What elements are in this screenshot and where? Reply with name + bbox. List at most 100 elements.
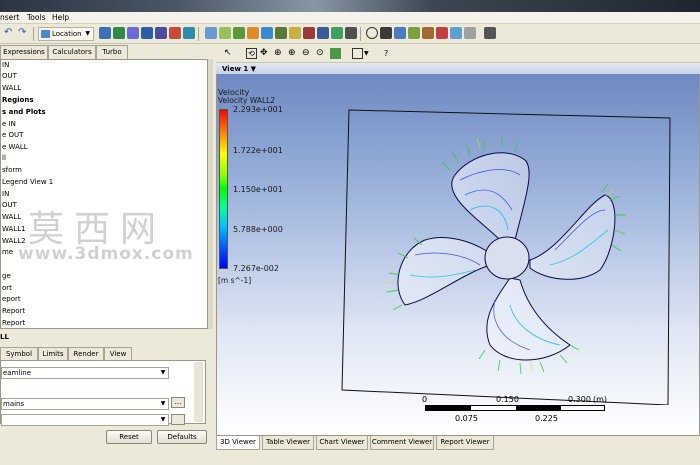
instance-transform-icon[interactable] bbox=[450, 27, 462, 39]
domains-browse-button[interactable]: ... bbox=[171, 397, 185, 408]
tree-item[interactable]: ort bbox=[2, 284, 12, 295]
tree-item[interactable]: ge bbox=[2, 272, 11, 283]
tree-item[interactable]: e OUT bbox=[2, 131, 23, 142]
clock-icon[interactable] bbox=[366, 27, 378, 39]
plane-icon[interactable] bbox=[233, 27, 245, 39]
contour-icon[interactable] bbox=[247, 27, 259, 39]
menu-tools[interactable]: Tools bbox=[27, 13, 45, 22]
tree-folder-plots[interactable]: s and Plots bbox=[2, 108, 46, 119]
streamline-icon[interactable] bbox=[113, 27, 125, 39]
tree-item[interactable]: OUT bbox=[2, 201, 17, 212]
variable-icon[interactable] bbox=[422, 27, 434, 39]
command-editor-icon[interactable] bbox=[484, 27, 496, 39]
tree-item[interactable]: Report bbox=[2, 307, 25, 318]
tab-comment-viewer[interactable]: Comment Viewer bbox=[370, 436, 434, 450]
particle-track-icon[interactable] bbox=[127, 27, 139, 39]
zoom-out-icon[interactable]: ⊖ bbox=[302, 48, 313, 59]
viewport-layout-icon[interactable] bbox=[352, 48, 363, 59]
tab-view[interactable]: View bbox=[104, 347, 132, 360]
polyline-icon[interactable] bbox=[275, 27, 287, 39]
redo-icon[interactable]: ↷ bbox=[18, 27, 30, 39]
type-select-value: eamline bbox=[3, 369, 32, 377]
tab-chart-viewer[interactable]: Chart Viewer bbox=[316, 436, 368, 450]
locations-browse-button[interactable] bbox=[171, 414, 185, 425]
legend-value-min: 7.267e-002 bbox=[233, 264, 279, 273]
tree-item[interactable]: IN bbox=[2, 190, 9, 201]
macro-icon[interactable] bbox=[436, 27, 448, 39]
start-from-select[interactable]: ▼ bbox=[1, 414, 169, 426]
menu-help[interactable]: Help bbox=[52, 13, 69, 22]
tree-item[interactable]: e IN bbox=[2, 120, 16, 131]
blade-top bbox=[451, 152, 530, 241]
clip-plane-icon[interactable] bbox=[464, 27, 476, 39]
zoom-icon[interactable]: ⊕ bbox=[274, 48, 285, 59]
zoom-box-icon[interactable]: ⊕ bbox=[288, 48, 299, 59]
watermark-url: www.3dmox.com bbox=[18, 244, 194, 264]
line-icon[interactable] bbox=[219, 27, 231, 39]
legend-value-4: 5.788e+000 bbox=[233, 225, 283, 234]
view-selector-label: View 1 bbox=[222, 65, 249, 73]
chevron-down-icon[interactable]: ▼ bbox=[364, 48, 375, 59]
vector-icon[interactable] bbox=[99, 27, 111, 39]
tree-item[interactable]: e WALL bbox=[2, 143, 28, 154]
vortex-core-icon[interactable] bbox=[331, 27, 343, 39]
point-icon[interactable] bbox=[205, 27, 217, 39]
tree-item[interactable]: Legend View 1 bbox=[2, 178, 53, 189]
location-label: Location bbox=[52, 30, 82, 38]
tree-item[interactable]: ll bbox=[2, 154, 6, 165]
isometric-view-icon[interactable] bbox=[330, 48, 341, 59]
defaults-button[interactable]: Defaults bbox=[157, 430, 207, 444]
iso-clip-icon[interactable] bbox=[183, 27, 195, 39]
toolbar-separator bbox=[360, 27, 361, 41]
fit-view-icon[interactable]: ⊙ bbox=[316, 48, 327, 59]
tab-limits[interactable]: Limits bbox=[38, 347, 68, 360]
user-surface-icon[interactable] bbox=[289, 27, 301, 39]
legend-icon[interactable] bbox=[380, 27, 392, 39]
legend-subtitle: Velocity WALL2 bbox=[218, 96, 276, 105]
volume-rendering-icon[interactable] bbox=[141, 27, 153, 39]
surface-group-icon[interactable] bbox=[303, 27, 315, 39]
tree-item[interactable]: WALL bbox=[2, 213, 21, 224]
volume-icon[interactable] bbox=[155, 27, 167, 39]
chevron-down-icon: ▼ bbox=[160, 400, 166, 407]
type-select[interactable]: eamline ▼ bbox=[1, 367, 169, 379]
tree-item[interactable]: WALL bbox=[2, 84, 21, 95]
expression-icon[interactable] bbox=[408, 27, 420, 39]
tab-symbol[interactable]: Symbol bbox=[0, 347, 38, 360]
domains-select[interactable]: mains ▼ bbox=[1, 398, 169, 410]
table-icon[interactable] bbox=[394, 27, 406, 39]
surface-icon[interactable] bbox=[261, 27, 273, 39]
menu-insert[interactable]: nsert bbox=[0, 13, 19, 22]
tab-turbo[interactable]: Turbo bbox=[96, 45, 128, 59]
outline-scrollbar[interactable] bbox=[208, 59, 213, 329]
isosurface-icon[interactable] bbox=[169, 27, 181, 39]
tree-item[interactable]: WALL1 bbox=[2, 225, 26, 236]
tab-table-viewer[interactable]: Table Viewer bbox=[262, 436, 314, 450]
viewer-tabs: 3D Viewer Table Viewer Chart Viewer Comm… bbox=[216, 436, 700, 451]
tab-3d-viewer[interactable]: 3D Viewer bbox=[216, 436, 260, 450]
details-panel: eamline ▼ mains ▼ ... ▼ bbox=[0, 360, 206, 426]
text-icon[interactable] bbox=[345, 27, 357, 39]
scale-label: 0.300 bbox=[568, 395, 591, 404]
tab-calculators[interactable]: Calculators bbox=[48, 45, 96, 59]
turbo-surface-icon[interactable] bbox=[317, 27, 329, 39]
tree-item[interactable]: eport bbox=[2, 295, 21, 306]
tree-item[interactable]: IN bbox=[2, 61, 9, 72]
undo-icon[interactable]: ↶ bbox=[4, 27, 16, 39]
tab-expressions[interactable]: Expressions bbox=[0, 45, 48, 59]
tab-render[interactable]: Render bbox=[68, 347, 104, 360]
view-selector[interactable]: View 1 ▼ bbox=[222, 65, 256, 73]
tree-item[interactable]: Report bbox=[2, 319, 25, 330]
tree-folder-regions[interactable]: Regions bbox=[2, 96, 34, 107]
pan-icon[interactable]: ✥ bbox=[260, 48, 271, 59]
reset-button[interactable]: Reset bbox=[106, 430, 152, 444]
location-button[interactable]: Location ▼ bbox=[38, 27, 94, 41]
details-scrollbar[interactable] bbox=[194, 362, 203, 422]
help-pointer-icon[interactable]: ? bbox=[384, 48, 395, 59]
select-icon[interactable]: ↖ bbox=[224, 48, 235, 59]
tab-report-viewer[interactable]: Report Viewer bbox=[436, 436, 494, 450]
tree-item[interactable]: OUT bbox=[2, 72, 17, 83]
tree-item[interactable]: sform bbox=[2, 166, 22, 177]
rotate-icon[interactable]: ⟲ bbox=[246, 48, 257, 59]
tree-item[interactable]: me bbox=[2, 248, 13, 259]
